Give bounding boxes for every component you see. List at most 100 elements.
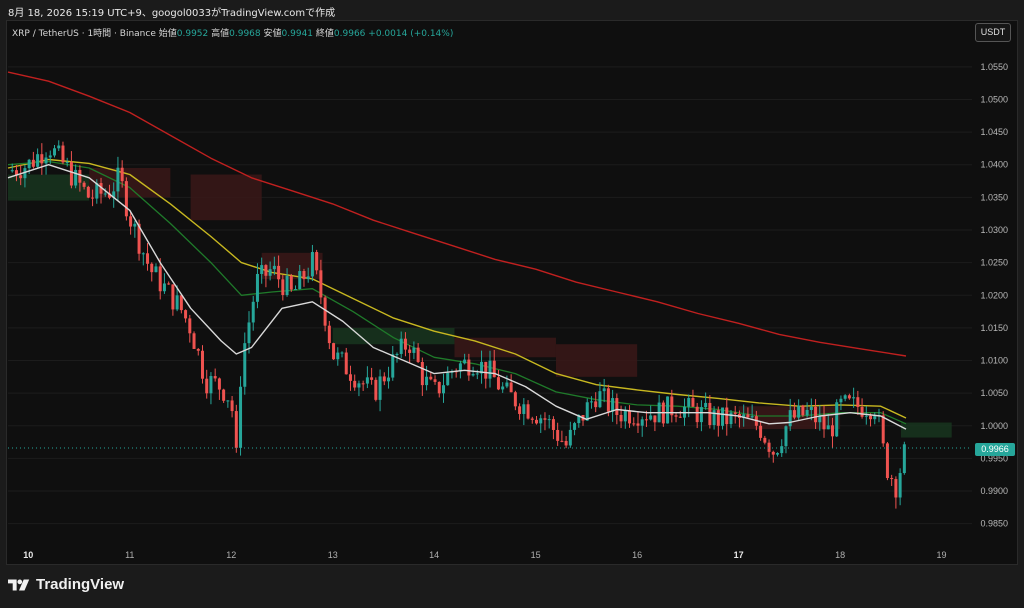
- candle-body: [666, 396, 670, 424]
- candle-body: [167, 283, 171, 285]
- candle-body: [403, 338, 407, 350]
- x-tick-label: 15: [531, 550, 541, 560]
- candle-body: [606, 388, 610, 412]
- candle-body: [82, 182, 86, 187]
- candle-body: [619, 414, 623, 422]
- candle-body: [780, 446, 784, 454]
- legend-symbol: XRP / TetherUS · 1時間 · Binance: [12, 29, 156, 39]
- candle-body: [319, 270, 323, 298]
- candle-body: [556, 429, 560, 441]
- candle-body: [475, 373, 479, 375]
- footer-brand-name: TradingView: [36, 576, 125, 593]
- x-tick-label: 18: [835, 550, 845, 560]
- candle-body: [391, 354, 395, 378]
- candle-body: [239, 386, 243, 448]
- y-tick-label: 1.0400: [980, 160, 1008, 170]
- candle-body: [746, 414, 750, 418]
- candle-body: [146, 253, 150, 264]
- candle-body: [382, 376, 386, 382]
- candle-body: [602, 388, 606, 392]
- candle-body: [103, 193, 107, 195]
- candle-body: [209, 376, 213, 394]
- ma-green-line: [7, 160, 907, 425]
- candle-body: [306, 276, 310, 280]
- candle-body: [162, 283, 166, 292]
- candle-body: [425, 376, 429, 386]
- candle-body: [217, 378, 221, 390]
- footer-branding[interactable]: TradingView: [8, 576, 124, 593]
- candle-body: [357, 383, 361, 388]
- candle-body: [268, 269, 272, 276]
- candle-body: [205, 378, 209, 394]
- candle-body: [294, 289, 298, 291]
- candle-body: [171, 284, 175, 310]
- candle-body: [560, 440, 564, 442]
- candle-body: [847, 395, 851, 399]
- y-tick-label: 1.0250: [980, 258, 1008, 268]
- candle-body: [547, 419, 551, 421]
- candle-body: [353, 380, 357, 388]
- candle-body: [133, 223, 137, 227]
- candle-body: [826, 425, 830, 430]
- candle-body: [805, 409, 809, 416]
- candle-body: [611, 398, 615, 412]
- candle-body: [387, 377, 391, 382]
- candle-body: [695, 406, 699, 423]
- candle-body: [598, 391, 602, 408]
- candle-body: [594, 401, 598, 408]
- candle-body: [213, 376, 217, 379]
- candle-body: [429, 376, 433, 380]
- candle-body: [763, 437, 767, 443]
- legend-open-label: 始値: [158, 29, 177, 39]
- candle-body: [446, 372, 450, 386]
- candle-body: [678, 416, 682, 418]
- candle-body: [881, 415, 885, 444]
- candle-body: [412, 347, 416, 353]
- candle-body: [589, 401, 593, 403]
- candle-body: [729, 412, 733, 425]
- candle-body: [234, 411, 238, 448]
- candle-body: [543, 418, 547, 420]
- y-tick-label: 1.0200: [980, 290, 1008, 300]
- x-tick-label: 11: [125, 550, 134, 560]
- candle-body: [188, 318, 192, 334]
- candle-body: [568, 429, 572, 446]
- candle-body: [788, 410, 792, 427]
- candle-body: [40, 154, 44, 164]
- candle-body: [277, 265, 281, 280]
- candle-body: [116, 167, 120, 192]
- y-tick-label: 1.0050: [980, 388, 1008, 398]
- candle-body: [632, 423, 636, 425]
- legend-low-label: 安値: [263, 29, 282, 39]
- candle-body: [725, 407, 729, 425]
- candle-body: [74, 169, 78, 186]
- candle-body: [864, 415, 868, 417]
- candle-body: [255, 273, 259, 302]
- candle-body: [687, 398, 691, 407]
- candle-body: [750, 416, 754, 418]
- candle-body: [420, 362, 424, 386]
- candle-body: [31, 159, 35, 167]
- ma-white-line: [7, 164, 907, 430]
- candle-body: [69, 161, 73, 186]
- candle-body: [488, 360, 492, 379]
- legend-open: 0.9952: [176, 29, 209, 39]
- price-chart[interactable]: 1.0550 1.0500 1.0450 1.0400 1.0350 1.0300 1.02…: [0, 0, 1024, 608]
- candle-body: [530, 418, 534, 420]
- candle-body: [251, 301, 255, 323]
- x-tick-label: 17: [734, 550, 744, 560]
- legend-high-label: 高値: [211, 29, 230, 39]
- candle-body: [585, 402, 589, 421]
- candle-body: [289, 275, 293, 290]
- currency-button[interactable]: USDT: [975, 23, 1011, 42]
- candle-body: [674, 415, 678, 417]
- candle-body: [378, 376, 382, 400]
- candle-body: [649, 415, 653, 420]
- y-tick-label: 1.0500: [980, 94, 1008, 104]
- candle-body: [704, 402, 708, 408]
- candle-body: [492, 360, 496, 378]
- candle-body: [776, 453, 780, 455]
- candle-body: [501, 386, 505, 390]
- y-tick-label: 1.0350: [980, 192, 1008, 202]
- candle-body: [196, 348, 200, 351]
